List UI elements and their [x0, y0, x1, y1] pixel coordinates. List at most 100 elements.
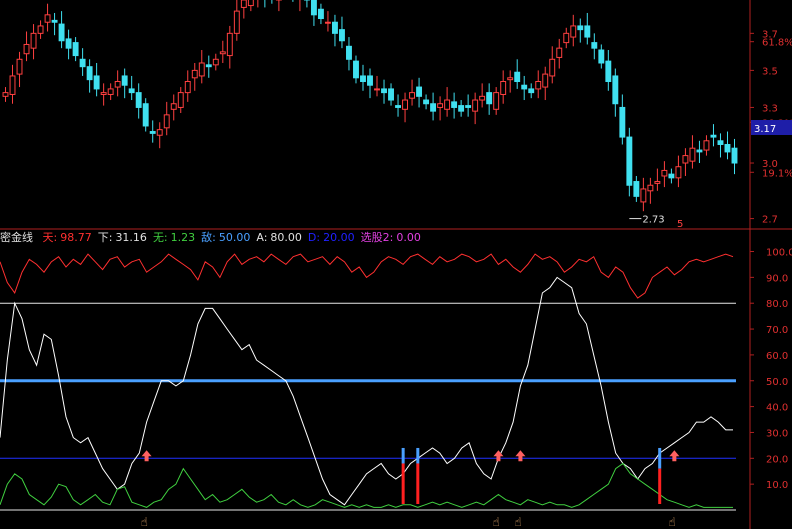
hand-pointer-icon: ☝	[668, 515, 675, 529]
legend-param: D:	[307, 231, 321, 244]
candle-body	[451, 101, 458, 108]
candle-body	[521, 84, 528, 90]
low-marker-label: 2.73	[642, 215, 664, 226]
candle-body	[486, 92, 493, 105]
candle-body	[212, 58, 219, 66]
candle-body	[16, 58, 23, 75]
candle-body	[142, 103, 149, 127]
indicator-tick-label: 30.0	[766, 428, 788, 439]
candle-body	[619, 106, 626, 138]
hand-pointer-icon: ☝	[492, 515, 499, 529]
series-line-无	[0, 462, 733, 508]
candle-body	[37, 25, 44, 34]
indicator-tick-label: 90.0	[766, 273, 788, 284]
candle-body	[612, 75, 619, 105]
candle-body	[465, 105, 472, 108]
candle-body	[528, 88, 535, 94]
candle-body	[339, 29, 345, 42]
candle-body	[647, 184, 654, 192]
candle-body	[51, 19, 58, 23]
candle-body	[191, 69, 198, 79]
candle-body	[430, 103, 437, 112]
candle-body	[591, 42, 598, 49]
price-tick-label: 3.3	[762, 103, 778, 114]
candle-body	[724, 143, 731, 153]
candle-body	[198, 62, 205, 77]
candle-body	[696, 149, 703, 153]
indicator-tick-label: 10.0	[766, 480, 788, 491]
legend-value: 1.23	[170, 231, 196, 244]
legend-value: 98.77	[60, 231, 92, 244]
candle-body	[2, 92, 9, 97]
candle-body	[388, 88, 394, 101]
candle-body	[717, 140, 724, 145]
candle-body	[23, 43, 30, 55]
candle-body	[563, 32, 570, 44]
up-arrow-icon	[669, 450, 680, 462]
candle-body	[9, 75, 16, 95]
candle-body	[93, 75, 100, 90]
indicator-name: 密金线	[0, 231, 33, 244]
series-line-天	[0, 253, 734, 299]
bottom-mark: 5	[677, 219, 683, 230]
price-tick-label: 3.5	[762, 66, 778, 77]
indicator-tick-label: 60.0	[766, 351, 788, 362]
candle-body	[247, 0, 254, 7]
candle-body	[163, 114, 170, 129]
legend-param: 无:	[152, 231, 168, 244]
candle-body	[79, 58, 86, 68]
candle-body	[395, 105, 401, 108]
candle-body	[535, 81, 542, 90]
candle-body	[444, 99, 451, 110]
candlestick-series: 2.73 5	[2, 0, 738, 230]
candle-body	[570, 25, 577, 38]
candle-body	[682, 155, 689, 164]
legend-value: 80.00	[270, 231, 302, 244]
candle-body	[381, 88, 387, 94]
candle-body	[409, 92, 416, 99]
stock-chart: 2.735 3.761.8%3.53.338.2%3.019.1%2.73.17…	[0, 0, 792, 529]
candle-body	[661, 169, 668, 177]
indicator-tick-label: 100.0	[766, 248, 792, 259]
candle-body	[654, 181, 661, 184]
candle-body	[549, 58, 556, 77]
legend-param: 天:	[42, 231, 58, 244]
candle-body	[584, 25, 591, 38]
candle-body	[240, 0, 247, 8]
candle-body	[58, 23, 65, 42]
price-tick-label: 2.7	[762, 215, 778, 226]
legend-param: 选股2:	[360, 231, 394, 244]
indicator-tick-label: 40.0	[766, 403, 788, 414]
legend-value: 50.00	[218, 231, 251, 244]
candle-body	[472, 99, 479, 112]
hand-pointer-icon: ☝	[514, 515, 521, 529]
candle-body	[710, 134, 717, 138]
candle-body	[423, 99, 430, 105]
candle-body	[374, 88, 380, 91]
price-axis: 3.761.8%3.53.338.2%3.019.1%2.73.17	[750, 29, 792, 226]
candle-body	[205, 64, 212, 68]
candle-body	[226, 32, 233, 57]
indicator-tick-label: 20.0	[766, 454, 788, 465]
candle-body	[577, 25, 584, 31]
candle-body	[184, 81, 191, 94]
candle-body	[310, 0, 317, 16]
candle-body	[514, 71, 521, 83]
candle-body	[177, 92, 184, 108]
candle-body	[149, 131, 156, 134]
candle-body	[121, 75, 128, 86]
price-tick-label: 19.1%	[762, 168, 792, 179]
candle-body	[114, 81, 121, 88]
legend-param: 下:	[97, 231, 113, 244]
legend-param: A:	[256, 231, 268, 244]
candle-body	[331, 21, 338, 34]
candle-body	[72, 42, 79, 57]
candle-body	[598, 49, 605, 64]
candle-body	[86, 66, 93, 81]
candle-body	[107, 88, 114, 95]
candle-body	[100, 92, 107, 95]
legend-value: 0.00	[396, 231, 421, 244]
candle-body	[233, 10, 240, 34]
indicator-tick-label: 70.0	[766, 325, 788, 336]
candle-body	[65, 38, 72, 49]
